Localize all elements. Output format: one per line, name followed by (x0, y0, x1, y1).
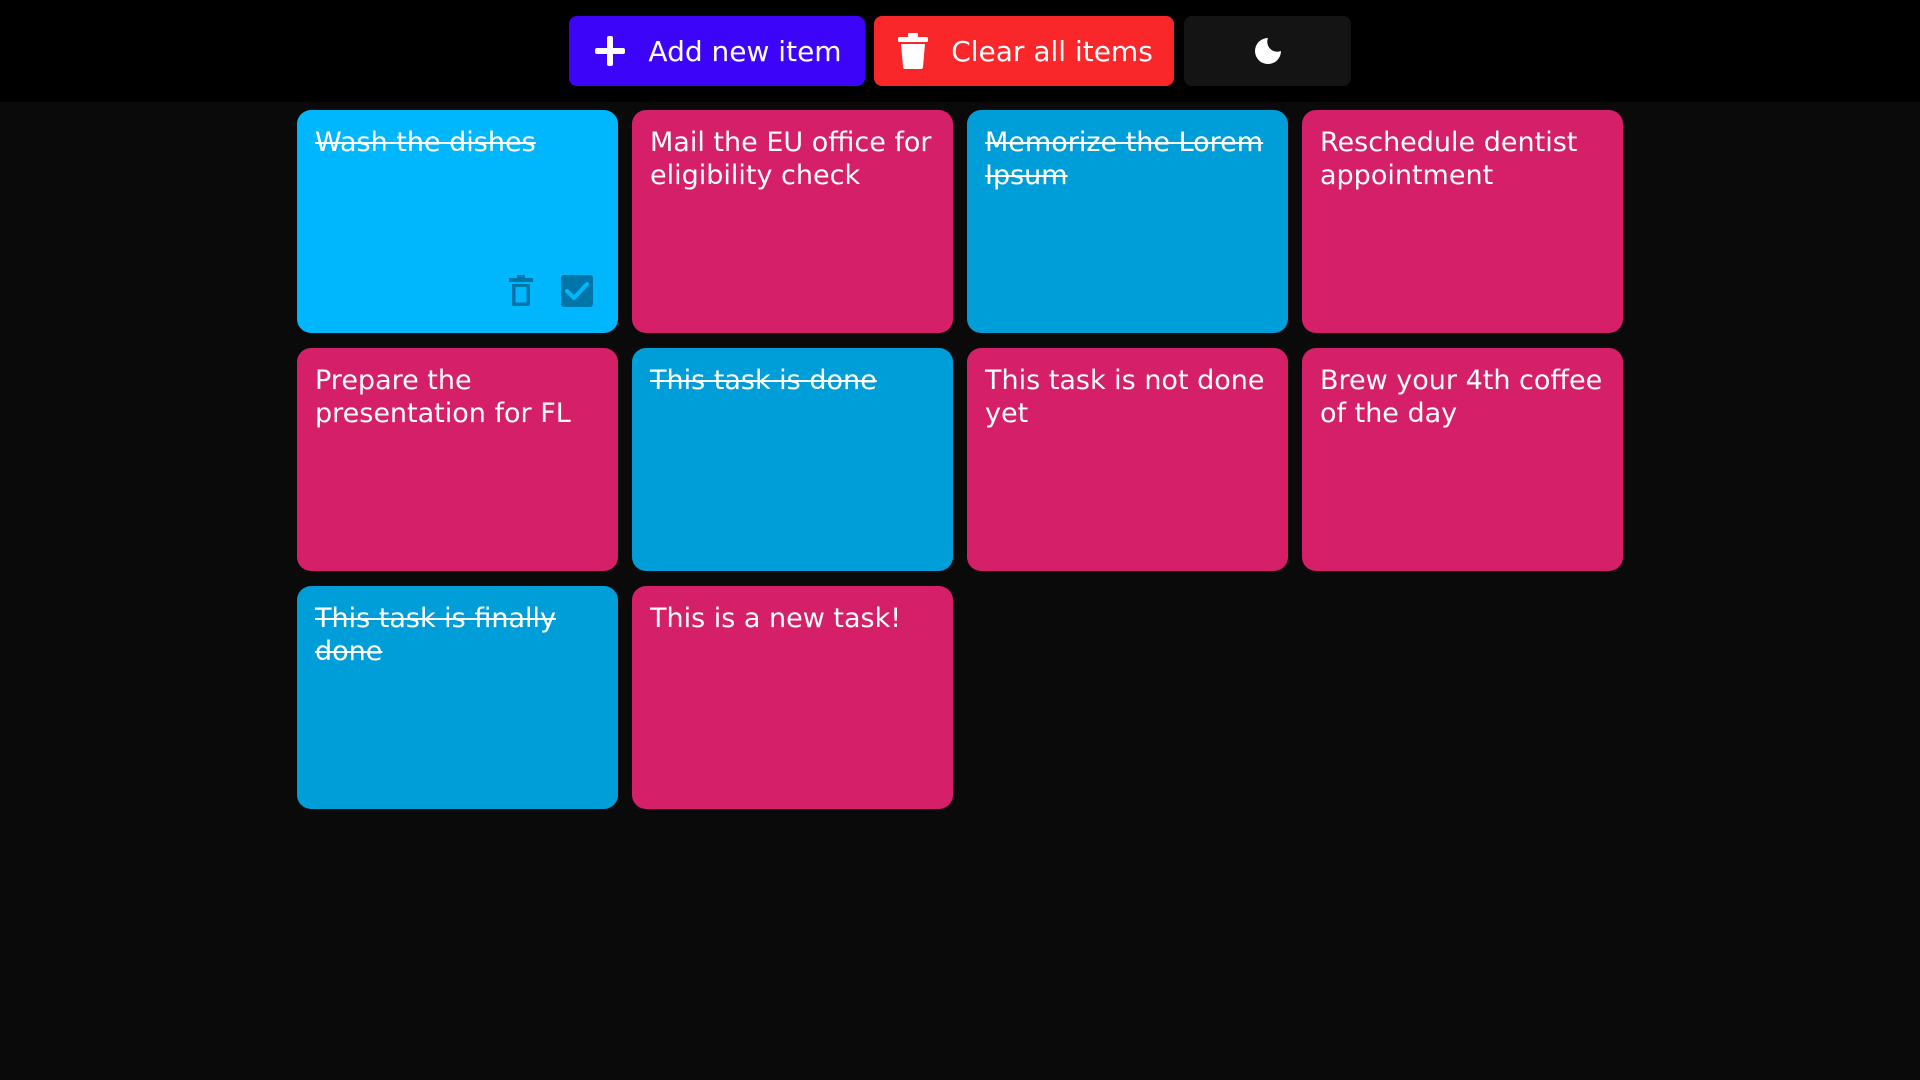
task-card[interactable]: Reschedule dentist appointment (1302, 110, 1623, 333)
task-card[interactable]: This task is finally done (297, 586, 618, 809)
clear-all-items-button[interactable]: Clear all items (874, 16, 1174, 86)
clear-all-items-label: Clear all items (951, 34, 1153, 68)
theme-toggle-button[interactable] (1184, 16, 1351, 86)
task-card-actions (504, 273, 594, 309)
add-new-item-label: Add new item (648, 34, 842, 68)
task-card[interactable]: Brew your 4th coffee of the day (1302, 348, 1623, 571)
task-text: Mail the EU office for eligibility check (650, 127, 932, 191)
plus-icon (592, 33, 628, 69)
task-text: Prepare the presentation for FL (315, 365, 571, 429)
task-text: This task is done (650, 365, 877, 396)
top-toolbar: Add new item Clear all items (0, 0, 1920, 102)
task-text: This task is finally done (315, 603, 556, 667)
task-card[interactable]: Wash the dishes (297, 110, 618, 333)
add-new-item-button[interactable]: Add new item (569, 16, 865, 86)
task-grid: Wash the dishes Mail the EU office for el… (297, 110, 1623, 809)
task-card[interactable]: Prepare the presentation for FL (297, 348, 618, 571)
trash-icon (895, 33, 931, 69)
task-text: Memorize the Lorem Ipsum (985, 127, 1264, 191)
delete-task-icon[interactable] (504, 273, 538, 309)
moon-icon (1250, 33, 1286, 69)
task-text: Wash the dishes (315, 127, 536, 158)
task-card[interactable]: Mail the EU office for eligibility check (632, 110, 953, 333)
task-card[interactable]: Memorize the Lorem Ipsum (967, 110, 1288, 333)
checkbox-checked-icon[interactable] (560, 273, 594, 309)
task-card[interactable]: This task is done (632, 348, 953, 571)
task-text: This task is not done yet (985, 365, 1265, 429)
task-text: Brew your 4th coffee of the day (1320, 365, 1603, 429)
task-text: This is a new task! (650, 603, 902, 634)
task-text: Reschedule dentist appointment (1320, 127, 1578, 191)
task-card[interactable]: This task is not done yet (967, 348, 1288, 571)
task-card[interactable]: This is a new task! (632, 586, 953, 809)
